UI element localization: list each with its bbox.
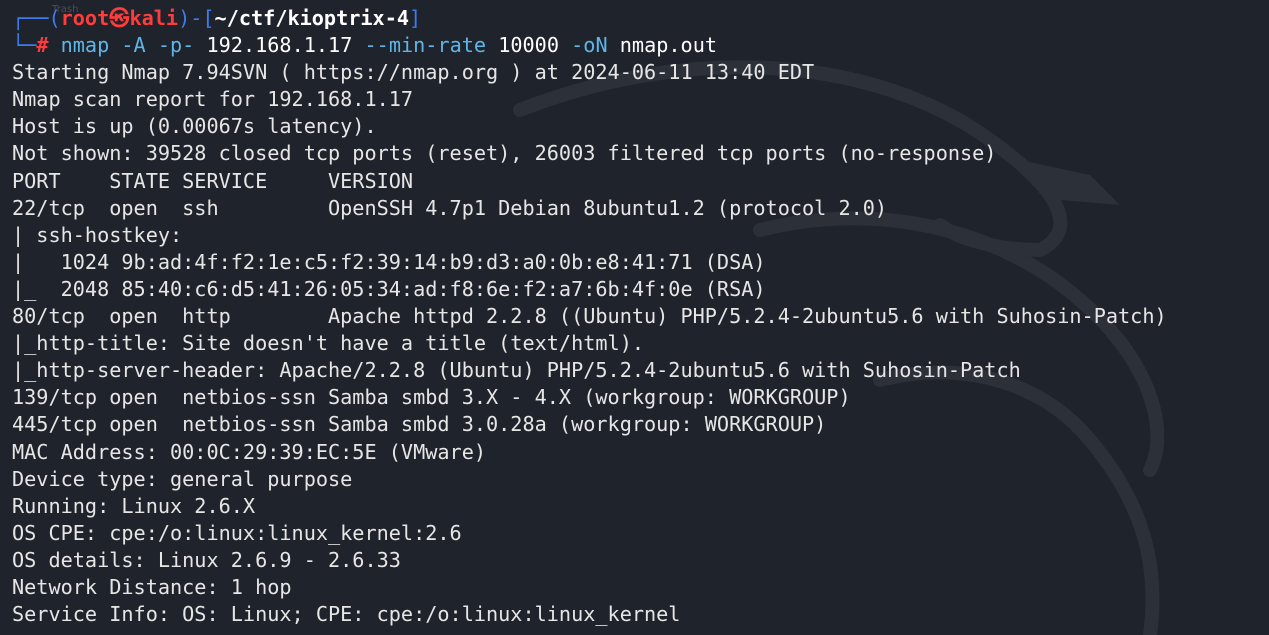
prompt-user: root bbox=[60, 6, 110, 30]
prompt-frame-open: ┌──( bbox=[12, 6, 61, 30]
output-line: Service Info: OS: Linux; CPE: cpe:/o:lin… bbox=[12, 602, 681, 627]
output-line: 22/tcp open ssh OpenSSH 4.7p1 Debian 8ub… bbox=[12, 195, 888, 220]
output-line: Network Distance: 1 hop bbox=[12, 574, 292, 599]
output-line: PORT STATE SERVICE VERSION bbox=[12, 168, 414, 193]
output-line: MAC Address: 00:0C:29:39:EC:5E (VMware) bbox=[12, 439, 487, 464]
prompt-frame-corner: └─ bbox=[12, 33, 37, 58]
output-line: Starting Nmap 7.94SVN ( https://nmap.org… bbox=[12, 60, 815, 85]
prompt-host: kali bbox=[129, 6, 179, 30]
prompt-frame-mid: )-[ bbox=[178, 6, 215, 30]
output-line: 139/tcp open netbios-ssn Samba smbd 3.X … bbox=[12, 385, 851, 410]
output-line: |_http-title: Site doesn't have a title … bbox=[12, 331, 645, 356]
command-flag: --min-rate bbox=[364, 33, 487, 58]
output-line: |_ 2048 85:40:c6:d5:41:26:05:34:ad:f8:6e… bbox=[12, 276, 766, 301]
prompt-hash: # bbox=[36, 33, 49, 58]
output-line: 445/tcp open netbios-ssn Samba smbd 3.0.… bbox=[12, 412, 827, 437]
output-line: Nmap scan report for 192.168.1.17 bbox=[12, 87, 414, 112]
command-output: Starting Nmap 7.94SVN ( https://nmap.org… bbox=[12, 59, 1262, 628]
command-flag: -p- bbox=[157, 33, 195, 58]
output-line: Running: Linux 2.6.X bbox=[12, 493, 256, 518]
output-line: 80/tcp open http Apache httpd 2.2.8 ((Ub… bbox=[12, 304, 1167, 329]
command-flag: -oN bbox=[571, 33, 608, 58]
output-line: | 1024 9b:ad:4f:f2:1e:c5:f2:39:14:b9:d3:… bbox=[12, 249, 766, 274]
prompt-line: ┌──(root㉿kali)-[~/ctf/kioptrix-4] bbox=[12, 5, 1262, 32]
command-arg: 10000 bbox=[498, 33, 559, 58]
output-line: | ssh-hostkey: bbox=[12, 222, 195, 247]
command-arg: 192.168.1.17 bbox=[206, 33, 353, 58]
output-line: Host is up (0.00067s latency). bbox=[12, 114, 377, 139]
output-line: |_http-server-header: Apache/2.2.8 (Ubun… bbox=[12, 358, 1021, 383]
command-program: nmap bbox=[60, 33, 110, 58]
command-flag: -A bbox=[121, 33, 146, 58]
prompt-frame-end: ] bbox=[409, 6, 422, 30]
output-line: OS CPE: cpe:/o:linux:linux_kernel:2.6 bbox=[12, 520, 462, 545]
skull-icon: ㉿ bbox=[109, 6, 130, 30]
prompt-cwd: ~/ctf/kioptrix-4 bbox=[214, 6, 410, 30]
command-arg: nmap.out bbox=[619, 33, 718, 58]
output-line: OS details: Linux 2.6.9 - 2.6.33 bbox=[12, 547, 401, 572]
output-line: Not shown: 39528 closed tcp ports (reset… bbox=[12, 141, 997, 166]
terminal-output: ┌──(root㉿kali)-[~/ctf/kioptrix-4] └─# nm… bbox=[12, 5, 1262, 628]
command-line[interactable]: └─# nmap -A -p- 192.168.1.17 --min-rate … bbox=[12, 32, 1262, 59]
output-line: Device type: general purpose bbox=[12, 466, 353, 491]
